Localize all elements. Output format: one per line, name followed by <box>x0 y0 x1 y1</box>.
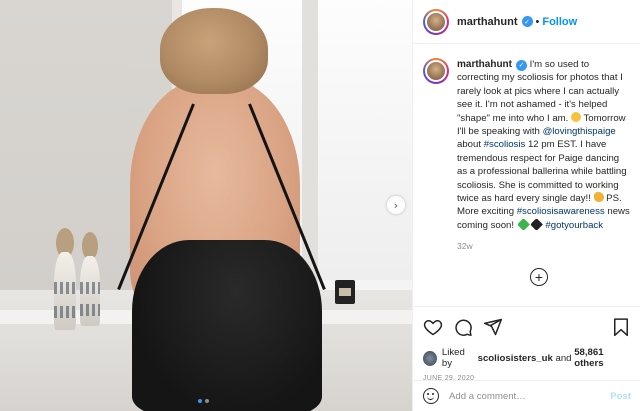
post-photo[interactable]: › <box>0 0 412 411</box>
hashtag-link[interactable]: #scoliosisawareness <box>517 206 605 217</box>
green-heart-emoji-icon <box>516 218 530 231</box>
caption-segment: about <box>457 139 484 151</box>
plus-icon: + <box>534 268 544 285</box>
post-side-panel: marthahunt ✓ • Follow marthahunt ✓ I'm so… <box>412 0 640 411</box>
load-more-comments-button[interactable]: + <box>530 267 548 286</box>
liker-username-link[interactable]: scoliosisters_uk <box>478 353 553 364</box>
mention-link[interactable]: @lovingthispaige <box>543 126 616 137</box>
likes-count-link[interactable]: 58,861 others <box>574 347 631 369</box>
black-heart-emoji-icon <box>529 218 543 231</box>
verified-badge-icon: ✓ <box>516 60 527 72</box>
verified-badge-icon: ✓ <box>521 16 533 27</box>
post-actions: Liked by scoliosisters_uk and 58,861 oth… <box>413 306 640 382</box>
post-comment-button[interactable]: Post <box>610 391 631 402</box>
avatar[interactable] <box>423 8 449 35</box>
likes-summary: Liked by scoliosisters_uk and 58,861 oth… <box>423 347 631 369</box>
vase <box>54 252 76 330</box>
carousel-indicator <box>198 399 209 403</box>
avatar[interactable] <box>423 58 449 84</box>
follow-button[interactable]: Follow <box>542 16 577 28</box>
caption-text: marthahunt ✓ I'm so used to correcting my… <box>457 58 630 254</box>
candle-jar <box>335 280 355 304</box>
caption-username-link[interactable]: marthahunt <box>457 59 512 70</box>
smile-emoji-icon <box>571 111 581 122</box>
post-header: marthahunt ✓ • Follow <box>413 0 640 44</box>
carousel-dot-active <box>198 399 202 403</box>
separator: • <box>535 15 540 28</box>
hashtag-link[interactable]: #scoliosis <box>484 139 526 150</box>
window-pane <box>318 0 412 280</box>
next-slide-button[interactable]: › <box>387 196 405 214</box>
black-dress <box>132 240 322 411</box>
comments-area: marthahunt ✓ I'm so used to correcting my… <box>413 44 640 306</box>
carousel-dot <box>205 399 209 403</box>
hair <box>160 8 268 94</box>
username-link[interactable]: marthahunt <box>457 16 518 28</box>
caption-timestamp[interactable]: 32w <box>457 240 630 253</box>
comment-input[interactable] <box>449 390 611 402</box>
emoji-icon[interactable] <box>423 388 439 404</box>
share-icon[interactable] <box>483 317 503 337</box>
vase <box>80 256 100 326</box>
action-bar <box>423 315 631 339</box>
hashtag-link[interactable]: #gotyourback <box>545 220 603 231</box>
add-comment-bar: Post <box>413 380 640 411</box>
liker-avatar[interactable] <box>423 350 437 366</box>
caption: marthahunt ✓ I'm so used to correcting my… <box>423 58 630 254</box>
heart-icon[interactable] <box>423 317 443 337</box>
chevron-right-icon: › <box>393 198 399 212</box>
woman-figure <box>117 8 326 411</box>
comment-icon[interactable] <box>453 317 473 337</box>
likes-prefix: Liked by <box>441 347 465 369</box>
likes-middle: and <box>555 352 572 364</box>
bookmark-icon[interactable] <box>611 317 631 337</box>
muscle-emoji-icon <box>593 192 604 203</box>
